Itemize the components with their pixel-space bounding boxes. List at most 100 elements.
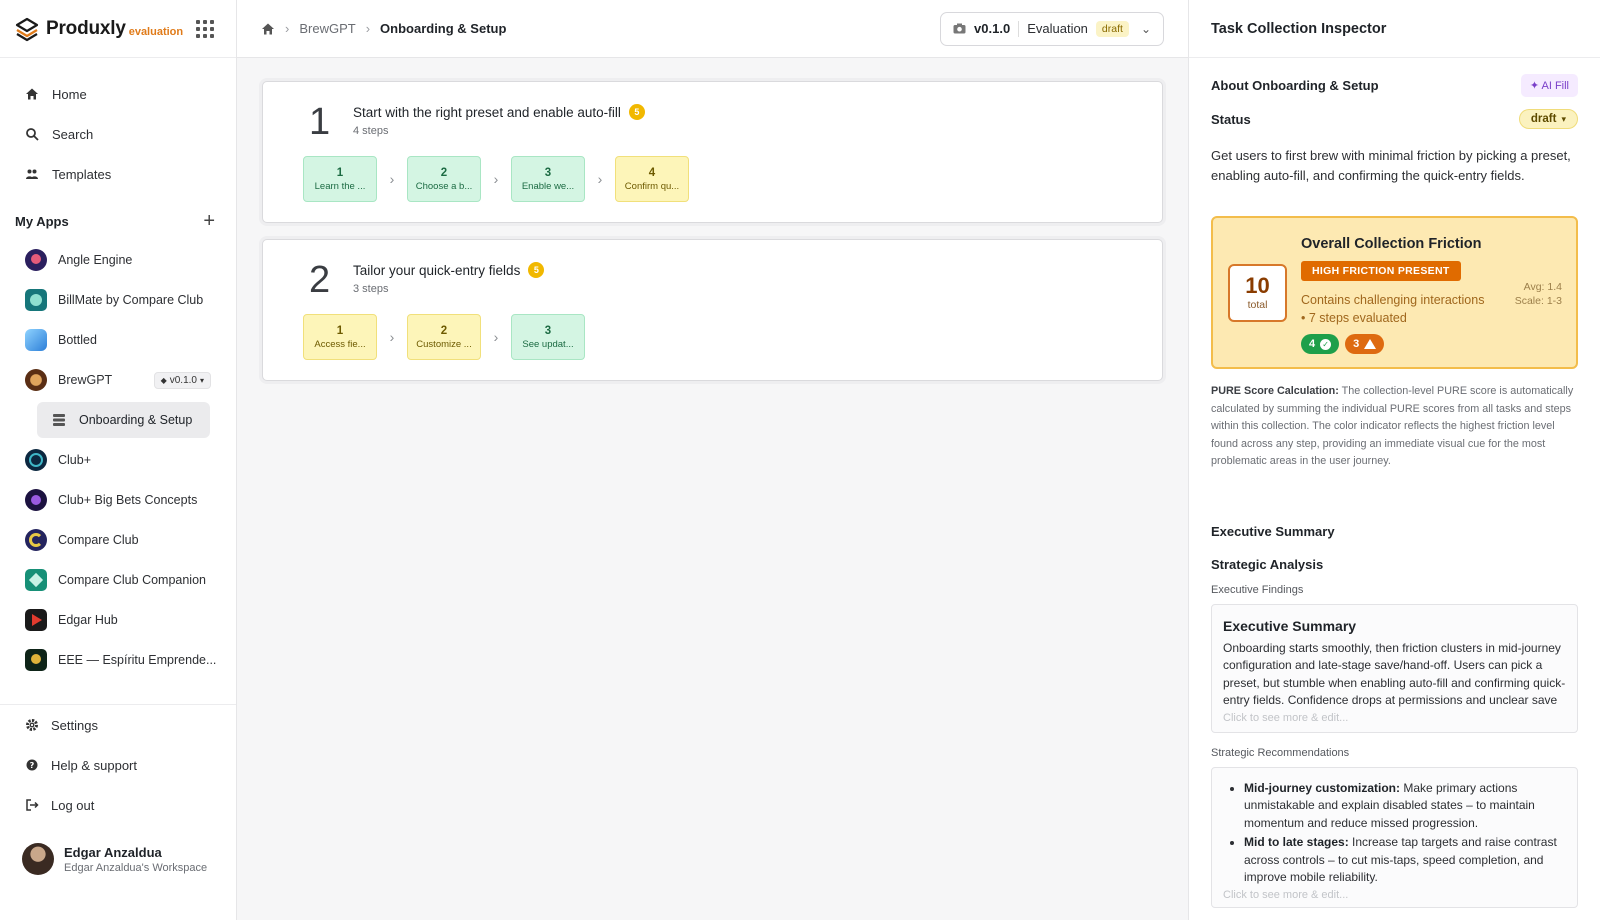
check-circle-icon: ✓ <box>1320 338 1332 350</box>
app-item-compare-club-companion[interactable]: Compare Club Companion <box>0 560 236 600</box>
warning-icon <box>1364 339 1377 349</box>
friction-badge: 5 <box>628 104 645 120</box>
chevron-right-icon: › <box>493 171 499 187</box>
step-card[interactable]: 2 Customize ... <box>407 314 481 360</box>
chevron-down-icon: ▾ <box>199 375 204 385</box>
recommendations-box[interactable]: Mid-journey customization: Make primary … <box>1211 766 1578 908</box>
nav-templates[interactable]: Templates <box>0 154 236 194</box>
step-label: Enable we... <box>521 180 575 192</box>
svg-text:?: ? <box>30 761 35 770</box>
friction-stats: Avg: 1.4 Scale: 1-3 <box>1515 280 1562 308</box>
app-item-angle-engine[interactable]: Angle Engine <box>0 240 236 280</box>
friction-avg: Avg: 1.4 <box>1523 281 1562 293</box>
app-item-billmate[interactable]: BillMate by Compare Club <box>0 280 236 320</box>
friction-chips: 4 ✓ 3 <box>1301 334 1385 354</box>
brand-sub: evaluation <box>128 25 184 38</box>
low-friction-chip: 4 ✓ <box>1301 334 1340 354</box>
step-card[interactable]: 1 Learn the ... <box>303 156 377 202</box>
friction-level-tag: HIGH FRICTION PRESENT <box>1301 261 1461 281</box>
status-dropdown[interactable]: draft ▾ <box>1518 109 1578 129</box>
search-icon <box>26 128 39 141</box>
app-item-edgar-hub[interactable]: Edgar Hub <box>0 600 236 640</box>
step-card[interactable]: 4 Confirm qu... <box>615 156 689 202</box>
my-apps-header: My Apps + <box>0 206 236 236</box>
gear-icon <box>26 719 38 731</box>
step-number: 3 <box>544 324 552 337</box>
collection-description[interactable]: Get users to first brew with minimal fri… <box>1211 146 1578 186</box>
chevron-right-icon: › <box>285 21 290 36</box>
nav-help[interactable]: ? Help & support <box>0 745 236 785</box>
app-item-label: Angle Engine <box>58 253 133 267</box>
panel-body: About Onboarding & Setup ✦ AI Fill Statu… <box>1189 74 1600 908</box>
status-label: Status <box>1211 111 1251 127</box>
help-icon: ? <box>26 759 38 771</box>
mode-value: Evaluation <box>1027 21 1088 36</box>
executive-findings-label: Executive Findings <box>1211 583 1304 596</box>
tag-icon: ◆ <box>160 375 167 385</box>
task-card-1[interactable]: 1 Start with the right preset and enable… <box>262 81 1163 223</box>
friction-badge: 5 <box>528 262 545 278</box>
produxly-logo-icon[interactable] <box>14 16 40 42</box>
about-title: About Onboarding & Setup <box>1211 78 1379 93</box>
friction-summary-card: 10 total Overall Collection Friction HIG… <box>1211 216 1578 369</box>
executive-findings-box[interactable]: Executive Summary Onboarding starts smoo… <box>1211 603 1578 733</box>
nav-logout[interactable]: Log out <box>0 785 236 825</box>
compare-club-app-icon <box>25 529 47 551</box>
sparkle-icon: ✦ <box>1529 80 1540 92</box>
step-card[interactable]: 3 See updat... <box>511 314 585 360</box>
friction-score-box: 10 total <box>1228 264 1287 322</box>
findings-text: Onboarding starts smoothly, then frictio… <box>1223 640 1566 708</box>
task-card-2[interactable]: 2 Tailor your quick-entry fields 5 3 ste… <box>262 239 1163 381</box>
brewgpt-version: v0.1.0 <box>169 374 197 386</box>
nav-templates-label: Templates <box>52 166 112 182</box>
sidebar-item-onboarding-setup[interactable]: Onboarding & Setup <box>37 402 210 438</box>
rec-bold: Mid to late stages: <box>1244 835 1349 849</box>
friction-detail: Contains challenging interactions • 7 st… <box>1301 291 1484 327</box>
step-number: 4 <box>648 166 656 179</box>
nav-settings[interactable]: Settings <box>0 705 236 745</box>
breadcrumb-app[interactable]: BrewGPT <box>299 21 355 36</box>
step-card[interactable]: 3 Enable we... <box>511 156 585 202</box>
app-item-compare-club[interactable]: Compare Club <box>0 520 236 560</box>
nav-home[interactable]: Home <box>0 74 236 114</box>
sidebar-bottom: Settings ? Help & support Log out Edgar … <box>0 704 236 875</box>
app-grid-icon[interactable] <box>196 19 214 38</box>
high-friction-count: 3 <box>1353 338 1360 350</box>
add-app-plus-icon[interactable]: + <box>203 210 215 233</box>
step-label: Choose a b... <box>415 180 473 192</box>
user-profile[interactable]: Edgar Anzaldua Edgar Anzaldua's Workspac… <box>0 843 236 875</box>
step-card[interactable]: 2 Choose a b... <box>407 156 481 202</box>
step-number: 1 <box>336 166 344 179</box>
app-item-label: Compare Club <box>58 533 139 547</box>
inspector-panel: Task Collection Inspector About Onboardi… <box>1188 0 1600 920</box>
friction-line-2: • 7 steps evaluated <box>1301 311 1407 325</box>
ai-fill-button[interactable]: ✦ AI Fill <box>1520 74 1578 97</box>
more-hint: Click to see more & edit... <box>1223 711 1349 724</box>
app-item-eee[interactable]: EEE — Espíritu Emprende... <box>0 640 236 680</box>
app-item-label: Club+ Big Bets Concepts <box>58 493 198 507</box>
brand: Produxly evaluation <box>0 0 236 58</box>
nav-search[interactable]: Search <box>0 114 236 154</box>
step-card[interactable]: 1 Access fie... <box>303 314 377 360</box>
calc-text: The collection-level PURE score is autom… <box>1211 385 1574 467</box>
app-item-brewgpt[interactable]: BrewGPT ◆ v0.1.0 ▾ <box>0 360 236 400</box>
recommendation-item: Mid to late stages: Increase tap targets… <box>1244 834 1566 887</box>
task-number: 2 <box>309 259 331 301</box>
brewgpt-version-pill[interactable]: ◆ v0.1.0 ▾ <box>153 371 211 389</box>
app-item-bottled[interactable]: Bottled <box>0 320 236 360</box>
app-item-club-plus-big-bets[interactable]: Club+ Big Bets Concepts <box>0 480 236 520</box>
task-title: Start with the right preset and enable a… <box>353 104 645 120</box>
user-workspace: Edgar Anzaldua's Workspace <box>64 861 208 874</box>
home-icon[interactable] <box>261 22 275 36</box>
more-hint: Click to see more & edit... <box>1223 888 1349 901</box>
low-friction-count: 4 <box>1309 338 1316 350</box>
chevron-down-icon: ▾ <box>1561 113 1566 124</box>
friction-line-1: Contains challenging interactions <box>1301 293 1485 307</box>
task-header: 2 Tailor your quick-entry fields 5 3 ste… <box>283 258 1142 302</box>
nav-search-label: Search <box>52 126 94 142</box>
app-item-club-plus[interactable]: Club+ <box>0 440 236 480</box>
task-list: 1 Start with the right preset and enable… <box>237 58 1188 381</box>
version-select[interactable]: v0.1.0 Evaluation draft ⌄ <box>940 11 1164 46</box>
avatar <box>22 843 54 875</box>
breadcrumb: › BrewGPT › Onboarding & Setup <box>261 21 506 36</box>
